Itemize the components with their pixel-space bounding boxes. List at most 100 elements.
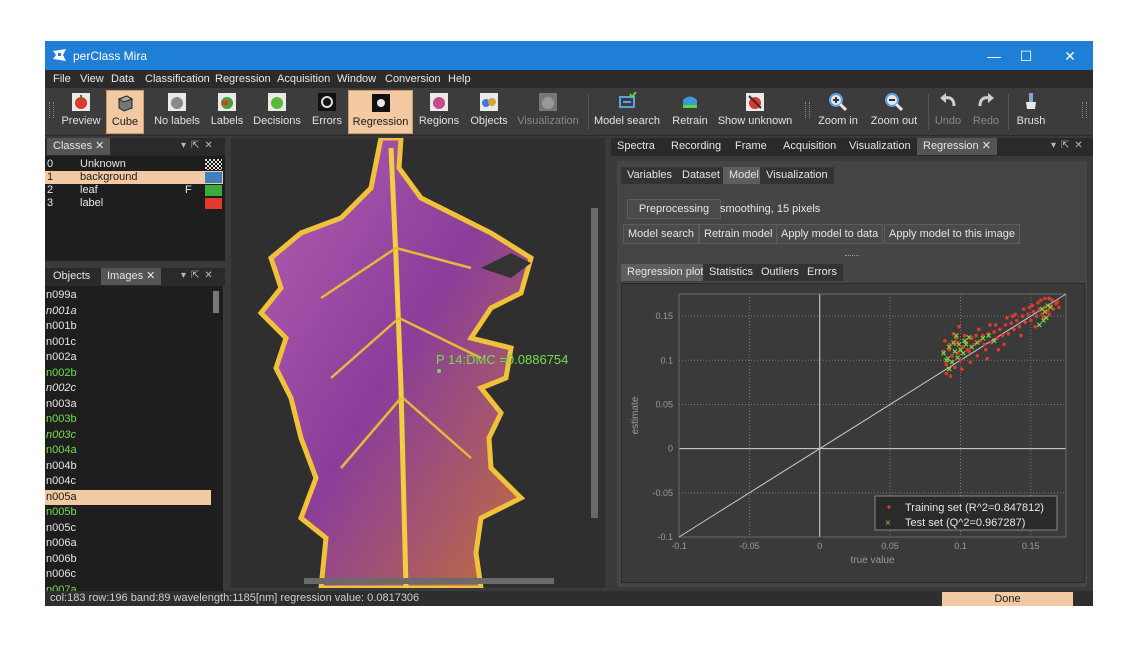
class-row[interactable]: 3 label [45, 197, 223, 210]
undo-button[interactable]: Undo [933, 90, 963, 132]
apply-model-to-image-button[interactable]: Apply model to this image [884, 224, 1020, 244]
regions-button[interactable]: Regions [417, 90, 461, 132]
close-button[interactable]: ✕ [1055, 46, 1085, 66]
menu-classification[interactable]: Classification [145, 73, 210, 85]
no-labels-button[interactable]: No labels [151, 90, 203, 132]
redo-button[interactable]: Redo [971, 90, 1001, 132]
retrain-button[interactable]: Retrain [669, 90, 711, 132]
preview-button[interactable]: Preview [59, 90, 103, 132]
image-list-item[interactable]: n001c [45, 335, 211, 350]
panel-splitter[interactable] [845, 255, 859, 258]
panel-controls[interactable]: ▾⇱✕ [181, 140, 218, 151]
visualization-button[interactable]: Visualization [517, 90, 579, 132]
model-search-icon [619, 92, 637, 108]
tab-images[interactable]: Images ✕ [101, 268, 162, 285]
toolbar-grip[interactable] [1082, 102, 1087, 118]
panel-controls[interactable]: ▾⇱✕ [1051, 140, 1088, 151]
zoom-out-button[interactable]: Zoom out [867, 90, 921, 132]
labels-button[interactable]: Labels [208, 90, 246, 132]
legend-training-marker [887, 505, 891, 509]
image-vertical-scrollbar[interactable] [591, 208, 598, 518]
tab-acquisition[interactable]: Acquisition [777, 138, 842, 155]
class-row[interactable]: 1 background [45, 171, 223, 184]
image-list-item[interactable]: n007a [45, 583, 211, 592]
regression-plot[interactable]: -0.1 -0.05 0 0.05 0.1 0.15 -0.1 -0.05 0 0.05 0.1 0.… [621, 283, 1085, 583]
tab-objects[interactable]: Objects [47, 268, 96, 285]
image-list-item[interactable]: n004b [45, 459, 211, 474]
class-color-swatch[interactable] [205, 159, 222, 170]
class-color-swatch[interactable] [205, 198, 222, 209]
class-color-swatch[interactable] [205, 185, 222, 196]
image-list-item[interactable]: n005b [45, 505, 211, 520]
image-list-item[interactable]: n005a [45, 489, 211, 505]
toolbar-grip[interactable] [805, 102, 810, 118]
tab-regression-plot[interactable]: Regression plot [621, 264, 710, 281]
toolbar-grip[interactable] [49, 102, 54, 118]
zoom-in-button[interactable]: Zoom in [815, 90, 861, 132]
menu-file[interactable]: File [53, 73, 71, 85]
image-list-item[interactable]: n003c [45, 428, 211, 443]
classes-list: 0 Unknown 1 background 2 leaf F 3 label [45, 156, 225, 261]
errors-button[interactable]: Errors [309, 90, 345, 132]
brush-button[interactable]: Brush [1014, 90, 1048, 132]
image-list-item[interactable]: n005c [45, 521, 211, 536]
class-row[interactable]: 0 Unknown [45, 158, 223, 171]
done-button[interactable]: Done [942, 592, 1073, 606]
image-list-item[interactable]: n003b [45, 412, 211, 427]
class-row[interactable]: 2 leaf F [45, 184, 223, 197]
menu-acquisition[interactable]: Acquisition [277, 73, 330, 85]
decisions-button[interactable]: Decisions [251, 90, 303, 132]
class-color-swatch[interactable] [205, 172, 222, 183]
menu-help[interactable]: Help [448, 73, 471, 85]
image-list-item[interactable]: n004c [45, 474, 211, 489]
menu-data[interactable]: Data [111, 73, 134, 85]
cube-button[interactable]: Cube [106, 90, 144, 134]
model-search-button[interactable]: Model search [593, 90, 661, 132]
subtab-dataset[interactable]: Dataset [676, 167, 726, 184]
tab-regression[interactable]: Regression ✕ [917, 138, 997, 155]
image-list-item[interactable]: n006b [45, 552, 211, 567]
tab-outliers[interactable]: Outliers [755, 264, 805, 281]
apply-model-to-data-button[interactable]: Apply model to data [776, 224, 884, 244]
image-list-item[interactable]: n099a [45, 288, 211, 303]
panel-controls[interactable]: ▾⇱✕ [181, 270, 218, 281]
image-list-item[interactable]: n004a [45, 443, 211, 458]
image-list-item[interactable]: n002a [45, 350, 211, 365]
image-list-item[interactable]: n001a [45, 304, 211, 319]
image-list-item[interactable]: n003a [45, 397, 211, 412]
image-horizontal-scrollbar[interactable] [304, 578, 554, 584]
minimize-button[interactable]: — [979, 46, 1009, 66]
image-list-item[interactable]: n001b [45, 319, 211, 334]
x-tick-label: 0 [817, 541, 822, 551]
y-tick-label: 0 [668, 444, 673, 454]
tab-spectra[interactable]: Spectra [611, 138, 661, 155]
menu-regression[interactable]: Regression [215, 73, 271, 85]
image-list-item[interactable]: n002b [45, 366, 211, 381]
subtab-variables[interactable]: Variables [621, 167, 679, 184]
maximize-button[interactable]: ☐ [1011, 46, 1041, 66]
image-list-item[interactable]: n006a [45, 536, 211, 551]
menu-view[interactable]: View [80, 73, 104, 85]
image-list-item[interactable]: n006c [45, 567, 211, 582]
show-unknown-button[interactable]: Show unknown [717, 90, 793, 132]
images-list-scrollbar[interactable] [213, 291, 219, 313]
errors-icon [318, 93, 336, 111]
tab-visualization[interactable]: Visualization [843, 138, 917, 155]
tab-classes[interactable]: Classes ✕ [47, 138, 111, 155]
menu-window[interactable]: Window [337, 73, 376, 85]
model-search-action-button[interactable]: Model search [623, 224, 700, 244]
image-list-item[interactable]: n002c [45, 381, 211, 396]
tab-errors[interactable]: Errors [801, 264, 843, 281]
tab-statistics[interactable]: Statistics [703, 264, 760, 281]
preprocessing-button[interactable]: Preprocessing [627, 199, 721, 219]
regression-button[interactable]: Regression [348, 90, 413, 134]
objects-button[interactable]: Objects [467, 90, 511, 132]
training-point [996, 347, 1001, 352]
image-view[interactable]: P 14:DMC =0.0886754 [231, 138, 605, 588]
tab-frame[interactable]: Frame [729, 138, 773, 155]
retrain-model-button[interactable]: Retrain model [699, 224, 778, 244]
subtab-model[interactable]: Model [723, 167, 765, 184]
tab-recording[interactable]: Recording [665, 138, 727, 155]
subtab-visualization[interactable]: Visualization [760, 167, 834, 184]
menu-conversion[interactable]: Conversion [385, 73, 441, 85]
